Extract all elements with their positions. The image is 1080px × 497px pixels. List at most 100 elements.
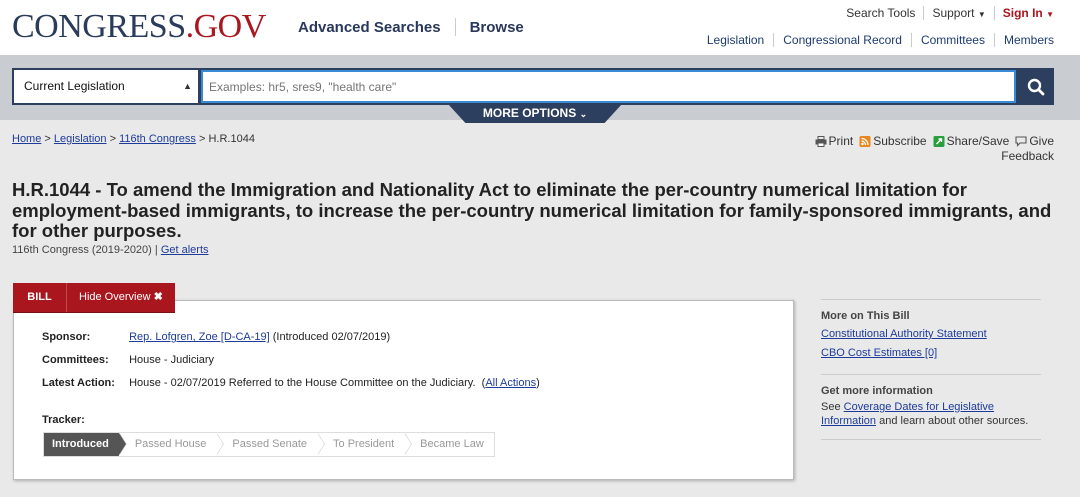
sidebar-divider — [821, 439, 1041, 440]
tracker-step-label: Introduced — [52, 438, 109, 450]
main-nav: Advanced Searches Browse — [298, 18, 524, 36]
more-info-text: See Coverage Dates for Legislative Infor… — [821, 400, 1041, 428]
sponsor-label: Sponsor: — [42, 331, 91, 343]
share-label: Share/Save — [946, 134, 1010, 148]
tracker-chevron — [404, 433, 412, 455]
page-tools: Print Subscribe Share/Save Give Feedback — [794, 134, 1054, 164]
site-logo[interactable]: CONGRESS.GOV — [12, 8, 266, 46]
speech-bubble-icon — [1015, 136, 1027, 147]
support-menu[interactable]: Support ▼ — [923, 6, 993, 20]
tracker-step-label: Passed House — [134, 438, 207, 450]
chevron-down-icon: ⌄ — [579, 109, 588, 119]
nav-browse[interactable]: Browse — [470, 19, 524, 36]
subscribe-button[interactable]: Subscribe — [859, 134, 927, 149]
sponsor-row: Sponsor: Rep. Lofgren, Zoe [D-CA-19] (In… — [42, 331, 390, 343]
committees-row: Committees: House - Judiciary — [42, 354, 214, 366]
more-info-heading: Get more information — [821, 385, 933, 397]
secnav-members[interactable]: Members — [993, 33, 1054, 47]
see-text: See — [821, 401, 841, 413]
info-tail-text: and learn about other sources. — [879, 415, 1029, 427]
breadcrumb-separator: > — [198, 133, 206, 145]
print-icon — [815, 136, 827, 147]
overview-tabs: BILL Hide Overview ✖ — [13, 283, 175, 312]
give-label: Give — [1029, 134, 1054, 148]
search-bar: Current Legislation ▲ — [12, 68, 1054, 105]
select-arrows-icon: ▲ — [183, 81, 192, 91]
tracker-label: Tracker: — [42, 414, 85, 426]
introduced-date: (Introduced 02/07/2019) — [272, 331, 391, 343]
search-button[interactable] — [1018, 68, 1054, 105]
latest-action-label: Latest Action: — [42, 377, 115, 389]
sponsor-link[interactable]: Rep. Lofgren, Zoe [D-CA-19] — [129, 331, 270, 343]
tracker-step-passed-house: Passed House — [118, 433, 225, 456]
print-label: Print — [828, 134, 854, 148]
sign-in-label: Sign In — [1002, 6, 1043, 20]
secnav-legislation[interactable]: Legislation — [698, 33, 773, 47]
caret-down-icon: ▼ — [1046, 10, 1054, 19]
all-actions-link[interactable]: All Actions — [485, 377, 536, 389]
latest-action-value: House - 02/07/2019 Referred to the House… — [129, 377, 476, 389]
breadcrumb-congress[interactable]: 116th Congress — [119, 133, 196, 145]
caret-down-icon: ▼ — [977, 10, 986, 19]
site-header: CONGRESS.GOV Advanced Searches Browse Se… — [0, 0, 1080, 55]
tracker-chevron — [317, 433, 325, 455]
tracker-chevron — [118, 433, 126, 455]
support-label: Support — [932, 6, 975, 20]
breadcrumb-home[interactable]: Home — [12, 133, 41, 145]
tracker-step-label: Passed Senate — [232, 438, 308, 450]
secnav-committees[interactable]: Committees — [910, 33, 994, 47]
search-icon — [1027, 78, 1045, 95]
tab-bill[interactable]: BILL — [13, 283, 66, 312]
logo-main: CONGRESS — [12, 8, 186, 45]
tracker-step-introduced: Introduced — [44, 433, 127, 456]
tracker-step-to-president: To President — [317, 433, 413, 456]
breadcrumb-legislation[interactable]: Legislation — [54, 133, 107, 145]
search-band: Current Legislation ▲ MORE OPTIONS ⌄ — [0, 55, 1080, 123]
committees-value: House - Judiciary — [129, 354, 215, 366]
secondary-nav: Legislation Congressional Record Committ… — [698, 33, 1054, 47]
subscribe-label: Subscribe — [873, 134, 927, 148]
hide-overview-label: Hide Overview — [79, 291, 151, 303]
bill-tracker: Introduced Passed House Passed Senate To… — [43, 432, 495, 457]
rss-icon — [859, 136, 871, 147]
tracker-chevron — [216, 433, 224, 455]
search-tools-link[interactable]: Search Tools — [838, 6, 923, 20]
hide-overview-button[interactable]: Hide Overview ✖ — [66, 283, 175, 312]
more-on-bill-heading: More on This Bill — [821, 310, 910, 322]
latest-action-row: Latest Action: House - 02/07/2019 Referr… — [42, 377, 540, 389]
print-button[interactable]: Print — [815, 134, 854, 149]
tracker-step-label: To President — [333, 438, 395, 450]
close-icon: ✖ — [153, 291, 163, 303]
meta-separator: | — [154, 244, 158, 256]
sidebar-divider — [821, 299, 1041, 300]
tracker-step-became-law: Became Law — [404, 433, 494, 456]
overview-panel: Sponsor: Rep. Lofgren, Zoe [D-CA-19] (In… — [13, 300, 794, 480]
breadcrumb-separator: > — [109, 133, 116, 145]
give-feedback-button[interactable]: Give — [1015, 134, 1054, 149]
share-button[interactable]: Share/Save — [933, 134, 1010, 149]
get-alerts-link[interactable]: Get alerts — [161, 244, 209, 256]
nav-divider — [454, 18, 456, 36]
feedback-label[interactable]: Feedback — [794, 149, 1054, 164]
congress-session: 116th Congress (2019-2020) — [12, 244, 152, 256]
more-options-button[interactable]: MORE OPTIONS ⌄ — [448, 104, 622, 123]
logo-dot-gov: .GOV — [185, 8, 267, 45]
search-scope-select[interactable]: Current Legislation ▲ — [14, 70, 198, 103]
utility-nav: Search Tools Support ▼ Sign In ▼ — [838, 6, 1054, 20]
breadcrumb-current: H.R.1044 — [208, 133, 255, 145]
breadcrumb: Home > Legislation > 116th Congress > H.… — [12, 133, 255, 145]
constitutional-authority-link[interactable]: Constitutional Authority Statement — [821, 325, 1041, 344]
search-input[interactable] — [201, 70, 1016, 103]
cbo-cost-estimates-link[interactable]: CBO Cost Estimates [0] — [821, 344, 1041, 363]
share-icon — [933, 136, 945, 147]
sidebar-divider — [821, 374, 1041, 375]
tracker-step-passed-senate: Passed Senate — [216, 433, 326, 456]
secnav-congressional-record[interactable]: Congressional Record — [773, 33, 911, 47]
search-scope-value: Current Legislation — [24, 79, 125, 93]
nav-advanced-searches[interactable]: Advanced Searches — [298, 19, 441, 36]
sidebar: More on This Bill Constitutional Authori… — [821, 299, 1041, 440]
page-title: H.R.1044 - To amend the Immigration and … — [12, 179, 1052, 241]
sign-in-menu[interactable]: Sign In ▼ — [993, 6, 1054, 20]
breadcrumb-separator: > — [44, 133, 51, 145]
more-options-label: MORE OPTIONS — [482, 106, 577, 120]
